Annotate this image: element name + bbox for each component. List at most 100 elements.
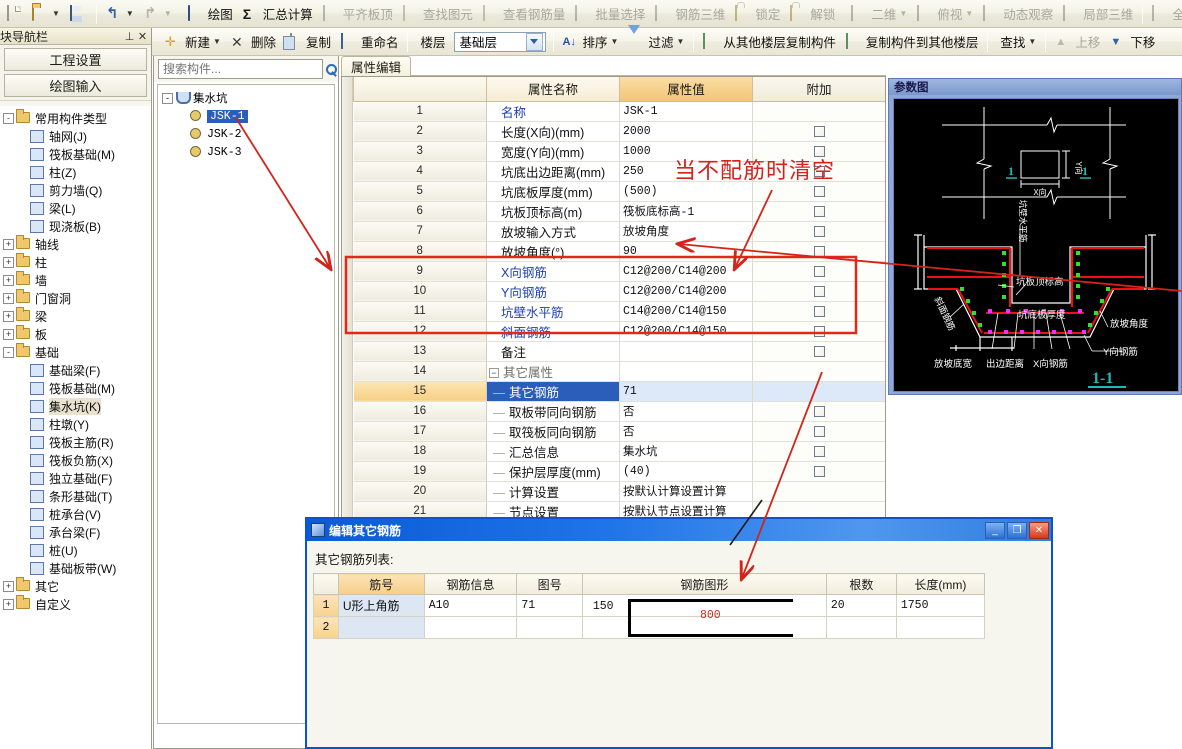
- cell-attach[interactable]: [752, 280, 885, 302]
- table-row[interactable]: 13 备注: [353, 340, 885, 362]
- chevron-down-icon[interactable]: ▼: [965, 9, 973, 18]
- expand-icon[interactable]: +: [3, 256, 14, 268]
- component-tree-item[interactable]: JSK-2: [160, 125, 332, 143]
- nav-tree-item[interactable]: + 其它: [0, 577, 151, 595]
- table-row[interactable]: 14− 其它属性: [353, 360, 885, 382]
- nav-tree-item[interactable]: 基础板带(W): [0, 559, 151, 577]
- cell-attach[interactable]: [752, 340, 885, 362]
- cell-property-value[interactable]: JSK-1: [619, 100, 753, 122]
- nav-tree-item[interactable]: - 基础: [0, 343, 151, 361]
- cell-bar-info[interactable]: [423, 616, 518, 639]
- nav-tree-item[interactable]: 柱墩(Y): [0, 415, 151, 433]
- attach-checkbox[interactable]: [813, 185, 825, 197]
- cell-property-value[interactable]: 否: [619, 420, 753, 442]
- cell-property-name[interactable]: 取板带同向钢筋: [486, 400, 620, 422]
- expand-icon[interactable]: +: [3, 238, 14, 250]
- cell-property-name[interactable]: X向钢筋: [486, 260, 620, 282]
- cell-property-name[interactable]: 放坡输入方式: [486, 220, 620, 242]
- collapse-icon[interactable]: -: [3, 112, 14, 124]
- chevron-down-icon[interactable]: ▼: [899, 9, 907, 18]
- chevron-down-icon[interactable]: ▼: [52, 9, 60, 18]
- new-file-button[interactable]: [1, 2, 26, 26]
- delete-button[interactable]: ✕ 删除: [227, 30, 280, 54]
- cell-attach[interactable]: [752, 360, 885, 382]
- nav-tree-item[interactable]: 剪力墙(Q): [0, 181, 151, 199]
- table-row[interactable]: 19 保护层厚度(mm) (40): [353, 460, 885, 482]
- group-collapse-icon[interactable]: −: [489, 368, 499, 379]
- tab-property-editor[interactable]: 属性编辑: [341, 56, 412, 76]
- project-settings-button[interactable]: 工程设置: [4, 48, 147, 71]
- cell-attach[interactable]: [752, 460, 885, 482]
- cell-attach[interactable]: [752, 200, 885, 222]
- cell-property-value[interactable]: 集水坑: [619, 440, 753, 462]
- undo-button[interactable]: ↰ ▼: [102, 2, 138, 26]
- cell-attach[interactable]: [752, 440, 885, 462]
- cell-dwg-no[interactable]: 71: [516, 594, 583, 617]
- copy-button[interactable]: 复制: [282, 30, 335, 54]
- chevron-down-icon[interactable]: ▼: [676, 37, 684, 46]
- nav-tree-item[interactable]: 筏板基础(M): [0, 145, 151, 163]
- cell-property-value[interactable]: C14@200/C14@150: [619, 300, 753, 322]
- cell-property-value[interactable]: 90: [619, 240, 753, 262]
- cell-property-name[interactable]: 斜面钢筋: [486, 320, 620, 342]
- draw-button[interactable]: 绘图: [184, 2, 237, 26]
- table-row[interactable]: 8 放坡角度(°) 90: [353, 240, 885, 262]
- cell-bar-info[interactable]: A10: [423, 594, 518, 617]
- cell-attach[interactable]: [752, 420, 885, 442]
- attach-checkbox[interactable]: [813, 245, 825, 257]
- attach-checkbox[interactable]: [813, 205, 825, 217]
- local-3d-button[interactable]: 局部三维: [1059, 2, 1137, 26]
- chevron-down-icon[interactable]: [525, 32, 543, 51]
- nav-tree-item[interactable]: 现浇板(B): [0, 217, 151, 235]
- rebar-3d-button[interactable]: 钢筋三维: [651, 2, 729, 26]
- cell-property-name[interactable]: − 其它属性: [486, 360, 620, 382]
- table-row[interactable]: 12 斜面钢筋 C12@200/C14@150: [353, 320, 885, 342]
- nav-tree-item[interactable]: 独立基础(F): [0, 469, 151, 487]
- attach-checkbox[interactable]: [813, 125, 825, 137]
- cell-property-name[interactable]: 放坡角度(°): [486, 240, 620, 262]
- cell-property-value[interactable]: 1000: [619, 140, 753, 162]
- search-icon[interactable]: [326, 59, 337, 80]
- nav-tree-item[interactable]: + 门窗洞: [0, 289, 151, 307]
- nav-tree-item[interactable]: 承台梁(F): [0, 523, 151, 541]
- cell-property-name[interactable]: 坑板顶标高(m): [486, 200, 620, 222]
- attach-checkbox[interactable]: [813, 345, 825, 357]
- attach-checkbox[interactable]: [813, 225, 825, 237]
- attach-checkbox[interactable]: [813, 165, 825, 177]
- attach-checkbox[interactable]: [813, 445, 825, 457]
- cell-length[interactable]: 1750: [895, 594, 986, 617]
- cell-attach[interactable]: [752, 100, 885, 122]
- save-file-button[interactable]: [66, 2, 91, 26]
- chevron-down-icon[interactable]: ▼: [611, 37, 619, 46]
- shape-span-length[interactable]: 800: [628, 609, 793, 622]
- find-element-button[interactable]: 查找图元: [399, 2, 477, 26]
- expand-icon[interactable]: +: [3, 274, 14, 286]
- table-row[interactable]: 16 取板带同向钢筋 否: [353, 400, 885, 422]
- cell-bar-shape[interactable]: 150 800: [581, 594, 827, 637]
- cell-property-value[interactable]: 否: [619, 400, 753, 422]
- nav-tree-item[interactable]: 集水坑(K): [0, 397, 151, 415]
- nav-tree-item[interactable]: + 柱: [0, 253, 151, 271]
- floor-select[interactable]: 基础层: [453, 31, 546, 52]
- minimize-button[interactable]: _: [985, 521, 1005, 539]
- align-slab-top-button[interactable]: 平齐板顶: [319, 2, 397, 26]
- collapse-icon[interactable]: -: [162, 92, 173, 104]
- attach-checkbox[interactable]: [813, 285, 825, 297]
- open-file-button[interactable]: ▼: [28, 2, 64, 26]
- nav-tree-item[interactable]: + 板: [0, 325, 151, 343]
- lock-button[interactable]: 锁定: [731, 2, 784, 26]
- cell-property-name[interactable]: 长度(X向)(mm): [486, 120, 620, 142]
- cell-property-name[interactable]: 取筏板同向钢筋: [486, 420, 620, 442]
- sort-button[interactable]: A↓ 排序 ▼: [559, 30, 623, 54]
- cell-property-value[interactable]: 71: [619, 380, 753, 402]
- pin-icon[interactable]: ⊥: [123, 30, 136, 43]
- cell-attach[interactable]: [752, 220, 885, 242]
- find-button[interactable]: 查找 ▼: [993, 30, 1040, 54]
- cell-property-name[interactable]: 坑底板厚度(mm): [486, 180, 620, 202]
- view-rebar-qty-button[interactable]: 查看钢筋量: [479, 2, 570, 26]
- cell-attach[interactable]: [752, 140, 885, 162]
- cell-property-value[interactable]: 250: [619, 160, 753, 182]
- cell-attach[interactable]: [752, 180, 885, 202]
- component-tree-item[interactable]: JSK-1: [160, 107, 332, 125]
- batch-select-button[interactable]: 批量选择: [571, 2, 649, 26]
